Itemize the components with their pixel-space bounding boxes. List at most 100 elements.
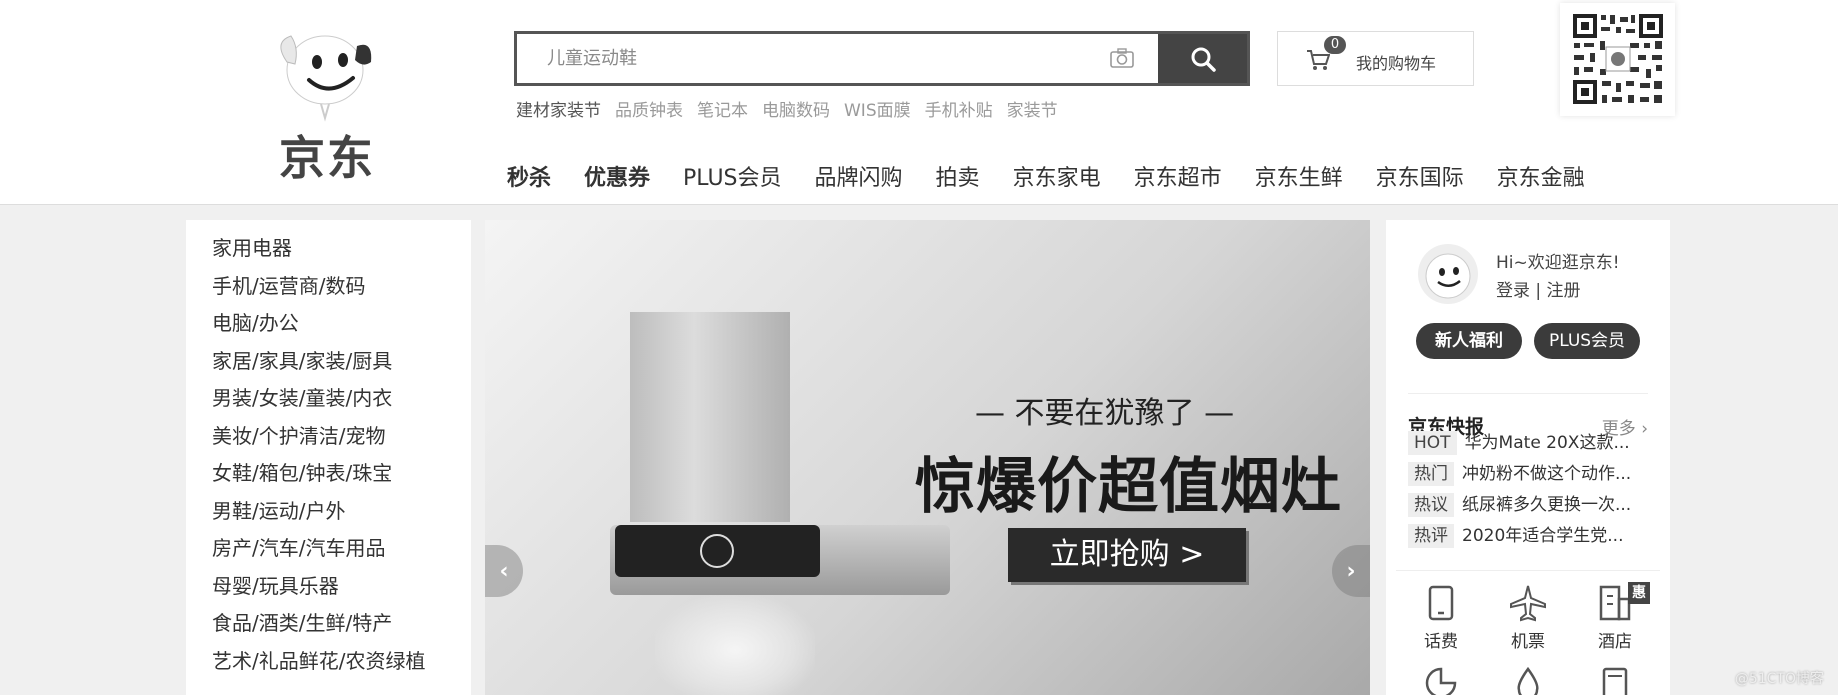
service-calculator[interactable] [1580, 659, 1650, 695]
nav-item-plus[interactable]: PLUS会员 [683, 166, 782, 191]
nav-item-coupons[interactable]: 优惠券 [584, 166, 650, 191]
camera-icon[interactable] [1110, 48, 1134, 68]
cart-icon [1307, 50, 1330, 70]
category-item[interactable]: 食品/酒类/生鲜/特产 [212, 605, 471, 643]
hotword-link[interactable]: 手机补贴 [925, 101, 993, 121]
range-hood-chimney [630, 312, 790, 522]
service-label: 酒店 [1598, 632, 1632, 652]
banner-subtitle: — 不要在犹豫了 — [975, 396, 1235, 431]
category-item[interactable]: 电脑/办公 [212, 305, 471, 343]
hotword-link[interactable]: 电脑数码 [762, 101, 830, 121]
service-game[interactable] [1406, 659, 1476, 695]
cart-button[interactable]: 0 我的购物车 [1277, 31, 1474, 86]
carousel-prev-button[interactable]: ‹ [485, 545, 523, 597]
steam-image [655, 595, 815, 695]
category-item[interactable]: 美妆/个护清洁/宠物 [212, 418, 471, 456]
hotword-link[interactable]: 品质钟表 [615, 101, 683, 121]
range-hood-body [610, 525, 950, 595]
hotword-link[interactable]: 建材家装节 [516, 101, 601, 121]
news-item[interactable]: 热评 2020年适合学生党... [1408, 521, 1658, 552]
category-item[interactable]: 房产/汽车/汽车用品 [212, 530, 471, 568]
nav-item-supermarket[interactable]: 京东超市 [1134, 166, 1222, 191]
cart-label: 我的购物车 [1356, 54, 1437, 73]
nav-item-fresh[interactable]: 京东生鲜 [1255, 166, 1343, 191]
category-item[interactable]: 手机/运营商/数码 [212, 268, 471, 306]
news-text: 华为Mate 20X这款... [1464, 433, 1630, 453]
chevron-right-icon: › [1346, 558, 1356, 584]
nav-item-finance[interactable]: 京东金融 [1497, 166, 1585, 191]
news-tag: 热评 [1408, 524, 1454, 548]
nav-item-international[interactable]: 京东国际 [1376, 166, 1464, 191]
services-grid: 话费 机票 酒店 [1396, 570, 1660, 695]
joy-avatar-icon [1425, 253, 1471, 299]
search-button[interactable] [1158, 34, 1247, 83]
logo-text: 京东 [279, 131, 375, 185]
login-links: 登录 | 注册 [1496, 276, 1581, 301]
search-bar [514, 31, 1250, 86]
joy-dog-icon [280, 35, 372, 122]
nav-item-brand-flash[interactable]: 品牌闪购 [815, 166, 903, 191]
category-item[interactable]: 家居/家具/家装/厨具 [212, 343, 471, 381]
hotword-link[interactable]: WIS面膜 [844, 101, 911, 121]
news-tag: 热门 [1408, 462, 1454, 486]
header: 京东 建材家装节品质钟表笔记本电脑数码 WIS面膜手机补贴家装节 0 我的购物车 [0, 0, 1838, 205]
service-label: 机票 [1511, 632, 1545, 652]
category-item[interactable]: 女鞋/箱包/钟表/珠宝 [212, 455, 471, 493]
plus-member-button[interactable]: PLUS会员 [1534, 323, 1640, 359]
service-phone-recharge[interactable]: 话费 [1406, 579, 1476, 652]
discount-badge: 惠 [1628, 582, 1650, 604]
news-item[interactable]: HOT 华为Mate 20X这款... [1408, 428, 1658, 459]
login-link[interactable]: 登录 [1496, 281, 1530, 301]
category-item[interactable]: 家用电器 [212, 230, 471, 268]
drop-plus-icon [1517, 666, 1539, 695]
range-hood-control-panel [615, 525, 820, 577]
welcome-text: Hi~欢迎逛京东! [1496, 253, 1620, 273]
news-list: HOT 华为Mate 20X这款... 热门 冲奶粉不做这个动作... 热议 纸尿裤多… [1408, 428, 1658, 552]
hotel-icon [1599, 585, 1631, 621]
service-fuel[interactable] [1493, 659, 1563, 695]
chevron-left-icon: ‹ [499, 558, 509, 584]
watermark: @51CTO博客 [1734, 671, 1824, 687]
airplane-icon [1510, 585, 1546, 622]
nav-item-appliances[interactable]: 京东家电 [1013, 166, 1101, 191]
game-icon [1425, 667, 1457, 695]
carousel-next-button[interactable]: › [1332, 545, 1370, 597]
category-item[interactable]: 母婴/玩具乐器 [212, 568, 471, 606]
new-user-benefit-button[interactable]: 新人福利 [1416, 323, 1522, 359]
banner-buy-now-button[interactable]: 立即抢购 > [1008, 528, 1246, 582]
news-item[interactable]: 热门 冲奶粉不做这个动作... [1408, 459, 1658, 490]
search-input[interactable] [517, 34, 1157, 83]
hotword-link[interactable]: 家装节 [1007, 101, 1058, 121]
banner-title: 惊爆价超值烟灶 [915, 452, 1342, 522]
news-text: 2020年适合学生党... [1462, 526, 1624, 546]
cart-count-badge: 0 [1324, 36, 1346, 54]
avatar [1418, 244, 1478, 304]
calculator-icon [1602, 667, 1628, 695]
register-link[interactable]: 注册 [1547, 281, 1581, 301]
range-hood-display [700, 534, 734, 568]
nav-item-seckill[interactable]: 秒杀 [507, 166, 551, 191]
search-icon [1191, 47, 1216, 72]
category-item[interactable]: 男鞋/运动/户外 [212, 493, 471, 531]
news-text: 纸尿裤多久更换一次... [1462, 495, 1632, 515]
qr-code-icon [1573, 14, 1663, 104]
category-item[interactable]: 男装/女装/童装/内衣 [212, 380, 471, 418]
promo-banner[interactable]: — 不要在犹豫了 — 惊爆价超值烟灶 立即抢购 > ‹ › [485, 220, 1370, 695]
service-flights[interactable]: 机票 [1493, 579, 1563, 652]
news-tag: HOT [1408, 431, 1457, 455]
main-nav: 秒杀 优惠券 PLUS会员 品牌闪购 拍卖 京东家电 京东超市 京东生鲜 京东国际 京东金融 [507, 160, 1618, 192]
news-text: 冲奶粉不做这个动作... [1462, 464, 1632, 484]
category-menu: 家用电器 手机/运营商/数码 电脑/办公 家居/家具/家装/厨具 男装/女装/童… [186, 220, 471, 695]
user-panel: Hi~欢迎逛京东! 登录 | 注册 新人福利 PLUS会员 京东快报 更多 › … [1386, 220, 1670, 695]
hotword-link[interactable]: 笔记本 [697, 101, 748, 121]
category-item[interactable]: 艺术/礼品鲜花/农资绿植 [212, 643, 471, 681]
jd-logo[interactable]: 京东 [265, 22, 395, 185]
hotwords: 建材家装节 品质钟表 笔记本 电脑数码 WIS面膜 手机补贴 家装节 [516, 96, 1072, 121]
link-separator: | [1530, 281, 1547, 301]
news-item[interactable]: 热议 纸尿裤多久更换一次... [1408, 490, 1658, 521]
service-label: 话费 [1424, 632, 1458, 652]
qr-code [1560, 3, 1675, 116]
phone-icon [1428, 585, 1454, 621]
nav-item-auction[interactable]: 拍卖 [936, 166, 980, 191]
news-tag: 热议 [1408, 493, 1454, 517]
